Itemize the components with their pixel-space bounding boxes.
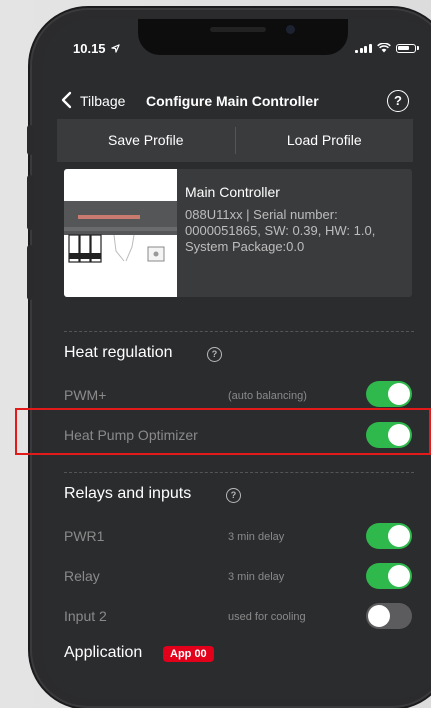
pwm-description: (auto balancing) (228, 390, 307, 402)
relays-help-icon[interactable]: ? (226, 488, 241, 503)
pwm-toggle[interactable] (366, 381, 412, 407)
phone-side-button (27, 125, 33, 155)
device-name: Main Controller (185, 184, 280, 200)
heat-regulation-title: Heat regulation (64, 344, 173, 361)
input2-label: Input 2 (64, 608, 107, 624)
location-arrow-icon (111, 44, 120, 53)
phone-notch (138, 19, 348, 55)
device-card[interactable]: Main Controller 088U11xx | Serial number… (64, 169, 412, 297)
help-icon[interactable]: ? (387, 90, 409, 112)
status-icons (355, 43, 419, 53)
app-screen: 10.15 Tilbage Configure Main Controller … (43, 19, 431, 699)
device-info: 088U11xx | Serial number: 0000051865, SW… (185, 207, 376, 254)
load-profile-button[interactable]: Load Profile (236, 119, 414, 162)
application-title: Application (64, 644, 143, 661)
pwr1-description: 3 min delay (228, 531, 285, 543)
section-divider (64, 331, 414, 332)
battery-tip (416, 46, 419, 50)
back-chevron-icon[interactable] (60, 91, 73, 109)
highlight-box (15, 408, 431, 455)
relay-label: Relay (64, 568, 100, 584)
back-button[interactable]: Tilbage (80, 93, 125, 109)
relays-inputs-title: Relays and inputs (64, 485, 192, 502)
battery-icon (395, 43, 416, 53)
section-divider (64, 472, 414, 473)
application-badge: App 00 (163, 646, 214, 662)
page-title: Configure Main Controller (146, 93, 319, 109)
pwr1-toggle[interactable] (366, 523, 412, 549)
input2-toggle[interactable] (366, 603, 412, 629)
pwr1-label: PWR1 (64, 528, 105, 544)
heat-regulation-help-icon[interactable]: ? (207, 347, 222, 362)
phone-volume-down-button (27, 245, 33, 300)
status-time: 10.15 (73, 41, 120, 56)
wifi-icon (376, 43, 391, 53)
save-profile-button[interactable]: Save Profile (57, 119, 235, 162)
navigation-bar: Tilbage Configure Main Controller ? (43, 79, 431, 123)
phone-volume-up-button (27, 175, 33, 230)
input2-description: used for cooling (228, 611, 306, 623)
cellular-signal-icon (355, 43, 372, 53)
relay-toggle[interactable] (366, 563, 412, 589)
device-image (64, 169, 177, 297)
pwm-label: PWM+ (64, 387, 107, 403)
relay-description: 3 min delay (228, 571, 285, 583)
profile-bar: Save Profile Load Profile (57, 119, 413, 162)
